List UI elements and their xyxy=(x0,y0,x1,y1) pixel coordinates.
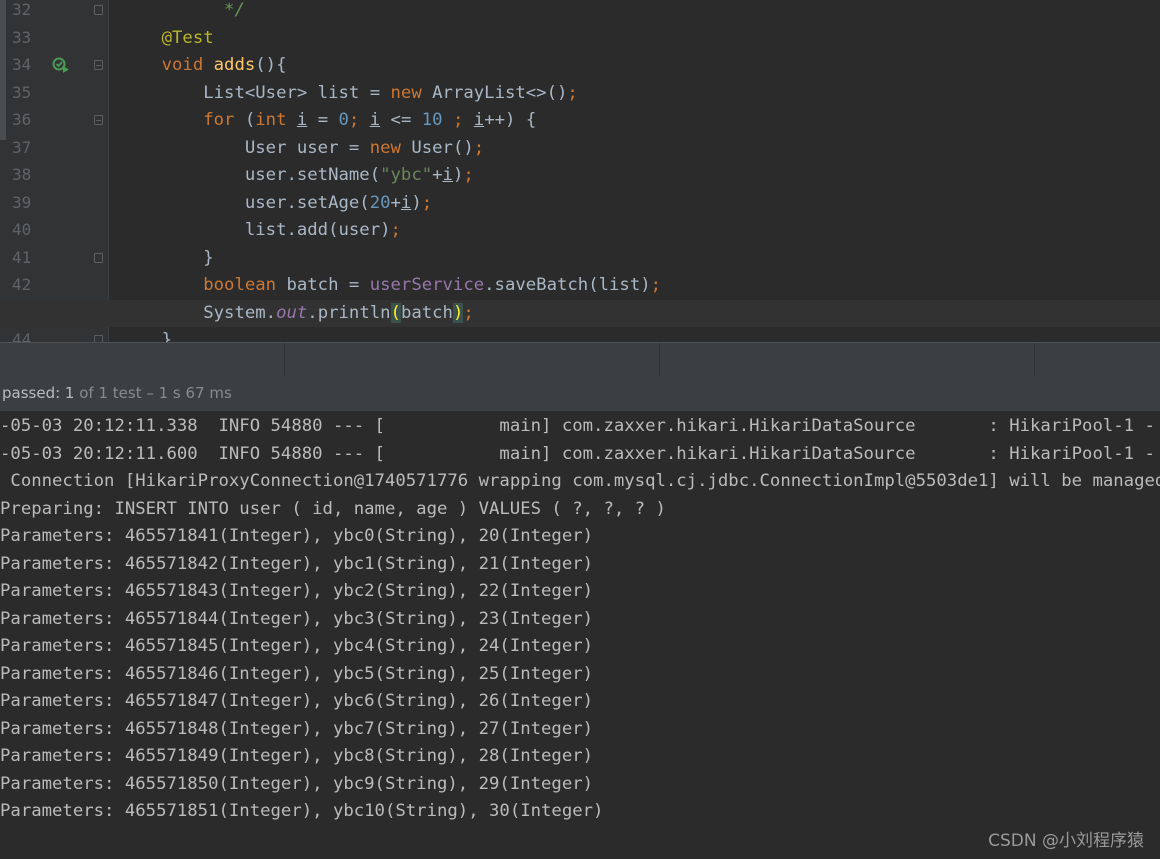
code-line[interactable]: list.add(user); xyxy=(0,217,1160,245)
console-log-line: ==> Parameters: 465571847(Integer), ybc6… xyxy=(0,691,594,711)
code-token: i xyxy=(296,110,308,130)
code-line[interactable]: for (int i = 0; i <= 10 ; i++) { xyxy=(0,107,1160,135)
run-console[interactable]: 2022-05-03 20:12:11.338 INFO 54880 --- [… xyxy=(0,412,1160,859)
code-token: userService xyxy=(369,275,485,295)
code-token: <= xyxy=(380,110,422,130)
code-line[interactable]: user.setName("ybc"+i); xyxy=(0,162,1160,190)
console-log-line: ==> Parameters: 465571841(Integer), ybc0… xyxy=(0,526,594,546)
console-log-line: ==> Preparing: INSERT INTO user ( id, na… xyxy=(0,498,666,519)
test-status-bar: Tests passed: 1 of 1 test – 1 s 67 ms xyxy=(0,376,1160,412)
code-token: = xyxy=(307,110,339,130)
code-token: */ xyxy=(224,0,245,20)
code-token: User() xyxy=(411,137,474,158)
current-code-line[interactable]: System.out.println(batch); xyxy=(0,299,1160,327)
console-log-line: ==> Parameters: 465571849(Integer), ybc8… xyxy=(0,746,594,766)
code-token: ; xyxy=(463,165,474,185)
code-token: i xyxy=(473,110,485,130)
code-token: (){ xyxy=(255,55,287,75)
code-token: i xyxy=(442,165,453,185)
code-token: .println xyxy=(307,302,391,323)
code-token: ) xyxy=(411,192,422,213)
code-token: ) xyxy=(452,165,464,185)
code-token: ; xyxy=(348,110,370,130)
code-token: } xyxy=(120,247,214,268)
console-log-line: 2022-05-03 20:12:11.338 INFO 54880 --- [… xyxy=(0,416,1155,436)
code-token: batch xyxy=(400,302,453,323)
code-token: list.add(user) xyxy=(120,220,391,240)
code-editor[interactable]: 32333435363738394041424344 */ @Test void… xyxy=(0,0,1160,344)
code-line[interactable]: } xyxy=(0,245,1160,273)
code-token: boolean xyxy=(203,275,287,295)
code-token: ; xyxy=(473,137,485,158)
code-token: @Test xyxy=(161,27,214,48)
code-token: 0 xyxy=(338,110,349,130)
code-line[interactable]: void adds(){ xyxy=(0,52,1160,80)
code-token: ) xyxy=(452,302,464,323)
code-token: ; xyxy=(567,82,578,103)
code-token: user.setName( xyxy=(120,165,381,185)
code-token: User user = xyxy=(120,137,370,158)
code-token: batch = xyxy=(286,275,370,295)
console-log-line: ==> Parameters: 465571845(Integer), ybc4… xyxy=(0,636,594,656)
code-line[interactable]: */ xyxy=(0,0,1160,25)
code-token: ( xyxy=(390,302,401,323)
code-token: ; xyxy=(452,110,474,130)
code-token: int xyxy=(255,110,297,130)
code-token: new xyxy=(390,82,433,103)
console-log-line: ==> Parameters: 465571851(Integer), ybc1… xyxy=(0,801,604,821)
test-status-detail: of 1 test – 1 s 67 ms xyxy=(74,384,232,402)
code-token: ( xyxy=(244,110,256,130)
code-token: ; xyxy=(650,275,662,295)
code-token: "ybc" xyxy=(380,165,433,185)
code-line[interactable]: boolean batch = userService.saveBatch(li… xyxy=(0,272,1160,300)
code-token: adds xyxy=(213,55,256,75)
code-token: out xyxy=(276,302,308,323)
code-token: void xyxy=(161,55,214,75)
tool-window-header-cell xyxy=(659,343,1035,377)
test-status-label: Tests passed: xyxy=(1,384,61,402)
code-line[interactable]: User user = new User(); xyxy=(0,135,1160,163)
console-log-line: ==> Parameters: 465571843(Integer), ybc2… xyxy=(0,581,594,601)
code-line[interactable]: List<User> list = new ArrayList<>(); xyxy=(0,80,1160,108)
code-token: System. xyxy=(120,302,277,323)
code-token: new xyxy=(369,137,412,158)
code-token: ; xyxy=(390,220,401,240)
code-token: 20 xyxy=(369,192,391,213)
console-log-line: ==> Parameters: 465571842(Integer), ybc1… xyxy=(0,553,594,574)
csdn-watermark: CSDN @小刘程序猿 xyxy=(988,831,1144,851)
code-token: .saveBatch(list) xyxy=(484,275,651,295)
code-line[interactable]: @Test xyxy=(0,25,1160,53)
code-token: ArrayList<>() xyxy=(432,82,568,103)
code-token: List<User> list = xyxy=(120,82,391,103)
tool-window-header-cell xyxy=(0,343,285,377)
code-line[interactable]: user.setAge(20+i); xyxy=(0,190,1160,218)
code-token: + xyxy=(432,165,443,185)
code-token: ; xyxy=(421,192,433,213)
tool-window-header-cell xyxy=(284,343,660,377)
console-log-line: ==> Parameters: 465571848(Integer), ybc7… xyxy=(0,718,594,739)
code-token: 10 xyxy=(421,110,453,130)
code-token: user.setAge( xyxy=(120,192,370,213)
console-log-line: ==> Parameters: 465571844(Integer), ybc3… xyxy=(0,608,594,629)
console-log-line: ==> Parameters: 465571846(Integer), ybc5… xyxy=(0,663,594,684)
code-token: i xyxy=(400,192,412,213)
console-log-line: 2022-05-03 20:12:11.600 INFO 54880 --- [… xyxy=(0,443,1155,464)
code-token: + xyxy=(390,192,401,213)
code-token: i xyxy=(369,110,381,130)
panel-splitter[interactable] xyxy=(0,342,1160,377)
console-log-line: ==> Parameters: 465571850(Integer), ybc9… xyxy=(0,773,594,794)
code-token: ; xyxy=(463,302,474,323)
console-log-line: JDBC Connection [HikariProxyConnection@1… xyxy=(0,471,1160,491)
code-token: for xyxy=(203,110,245,130)
code-token: ++) { xyxy=(484,110,537,130)
